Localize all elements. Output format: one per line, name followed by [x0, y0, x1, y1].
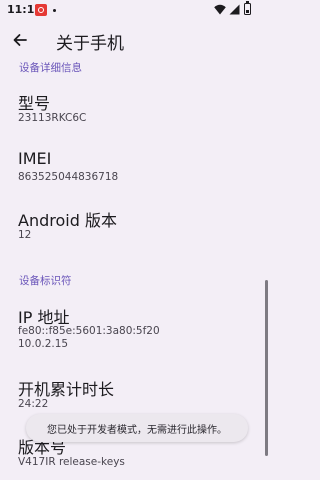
cellular-icon: [229, 4, 240, 15]
pref-summary-line-1: fe80::f85e:5601:3a80:5f20: [18, 325, 160, 337]
pref-summary-line-2: 10.0.2.15: [18, 338, 69, 350]
battery-icon: [244, 1, 251, 15]
pref-summary: 863525044836718: [18, 171, 119, 183]
pref-summary: 24:22: [18, 398, 49, 410]
page-title: 关于手机: [56, 34, 124, 54]
notification-icon: [35, 4, 47, 16]
pref-item-uptime[interactable]: 开机累计时长 24:22: [0, 374, 262, 414]
arrow-back-icon[interactable]: [12, 32, 28, 48]
scrollbar[interactable]: [265, 280, 268, 456]
pref-title: Android 版本: [18, 211, 117, 230]
section-header-device-identifiers: 设备标识符: [19, 275, 72, 287]
app-bar: 关于手机: [0, 20, 270, 60]
toast-message: 您已处于开发者模式，无需进行此操作。: [26, 414, 248, 442]
pref-item-ip-address[interactable]: IP 地址 fe80::f85e:5601:3a80:5f20 10.0.2.1…: [0, 302, 262, 354]
pref-title: IMEI: [18, 149, 52, 168]
pref-summary: 23113RKC6C: [18, 112, 87, 124]
section-header-device-details: 设备详细信息: [19, 62, 82, 74]
pref-item-model[interactable]: 型号 23113RKC6C: [0, 88, 262, 128]
status-bar: 11:17: [0, 0, 270, 20]
pref-item-imei[interactable]: IMEI 863525044836718: [0, 147, 262, 187]
pref-item-android-version[interactable]: Android 版本 12: [0, 205, 262, 245]
pref-summary: V417IR release-keys: [18, 456, 125, 468]
pref-title: 型号: [18, 94, 51, 113]
status-dot-icon: [53, 9, 56, 12]
wifi-icon: [214, 4, 226, 15]
pref-title: 开机累计时长: [18, 380, 115, 399]
pref-summary: 12: [18, 229, 32, 241]
